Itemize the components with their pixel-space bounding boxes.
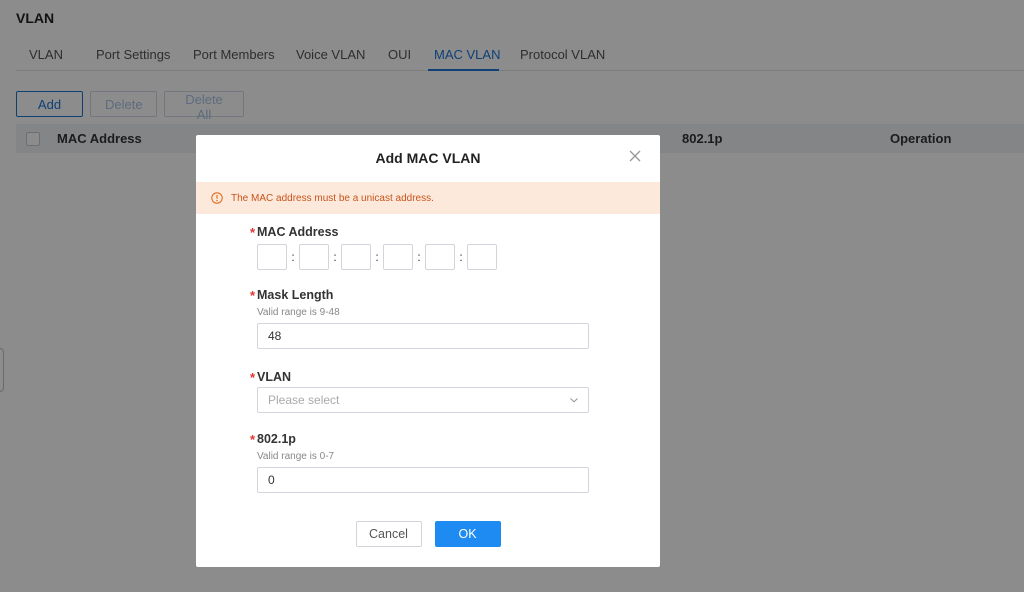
dialog-footer: Cancel OK (196, 521, 660, 547)
mac-octet-input-6[interactable] (467, 244, 497, 270)
mac-address-field: * MAC Address : : : : : (250, 224, 594, 270)
warning-circle-icon (211, 192, 223, 204)
8021p-input[interactable]: 0 (257, 467, 589, 493)
mac-separator: : (375, 250, 379, 264)
mac-octet-input-3[interactable] (341, 244, 371, 270)
mac-address-label: * MAC Address (250, 225, 339, 240)
mac-separator: : (333, 250, 337, 264)
mask-length-input[interactable]: 48 (257, 323, 589, 349)
vlan-field: * VLAN Please select (250, 369, 594, 413)
required-mark: * (250, 432, 256, 447)
mac-octet-input-4[interactable] (383, 244, 413, 270)
mask-length-field: * Mask Length Valid range is 9-48 48 (250, 287, 594, 349)
mac-separator: : (459, 250, 463, 264)
mac-separator: : (417, 250, 421, 264)
8021p-hint: Valid range is 0-7 (257, 451, 335, 462)
side-handle[interactable] (0, 348, 4, 392)
ok-button[interactable]: OK (434, 521, 501, 547)
mask-length-hint: Valid range is 9-48 (257, 307, 340, 318)
mask-length-label: * Mask Length (250, 288, 334, 303)
close-icon[interactable] (627, 148, 643, 164)
required-mark: * (250, 225, 256, 240)
8021p-field: * 802.1p Valid range is 0-7 0 (250, 431, 594, 493)
mac-octet-input-2[interactable] (299, 244, 329, 270)
alert-text: The MAC address must be a unicast addres… (231, 192, 434, 204)
chevron-down-icon (570, 398, 578, 403)
dialog-title: Add MAC VLAN (375, 150, 481, 166)
mac-octet-input-1[interactable] (257, 244, 287, 270)
mac-separator: : (291, 250, 295, 264)
required-mark: * (250, 370, 256, 385)
vlan-label: * VLAN (250, 370, 292, 385)
warning-alert: The MAC address must be a unicast addres… (196, 182, 660, 214)
add-mac-vlan-dialog: Add MAC VLAN The MAC address must be a u… (196, 135, 660, 567)
mac-octet-input-5[interactable] (425, 244, 455, 270)
cancel-button[interactable]: Cancel (355, 521, 422, 547)
8021p-label: * 802.1p (250, 432, 296, 447)
required-mark: * (250, 288, 256, 303)
vlan-select-placeholder: Please select (268, 393, 340, 407)
mac-address-inputs: : : : : : (257, 244, 594, 270)
vlan-select[interactable]: Please select (257, 387, 589, 413)
